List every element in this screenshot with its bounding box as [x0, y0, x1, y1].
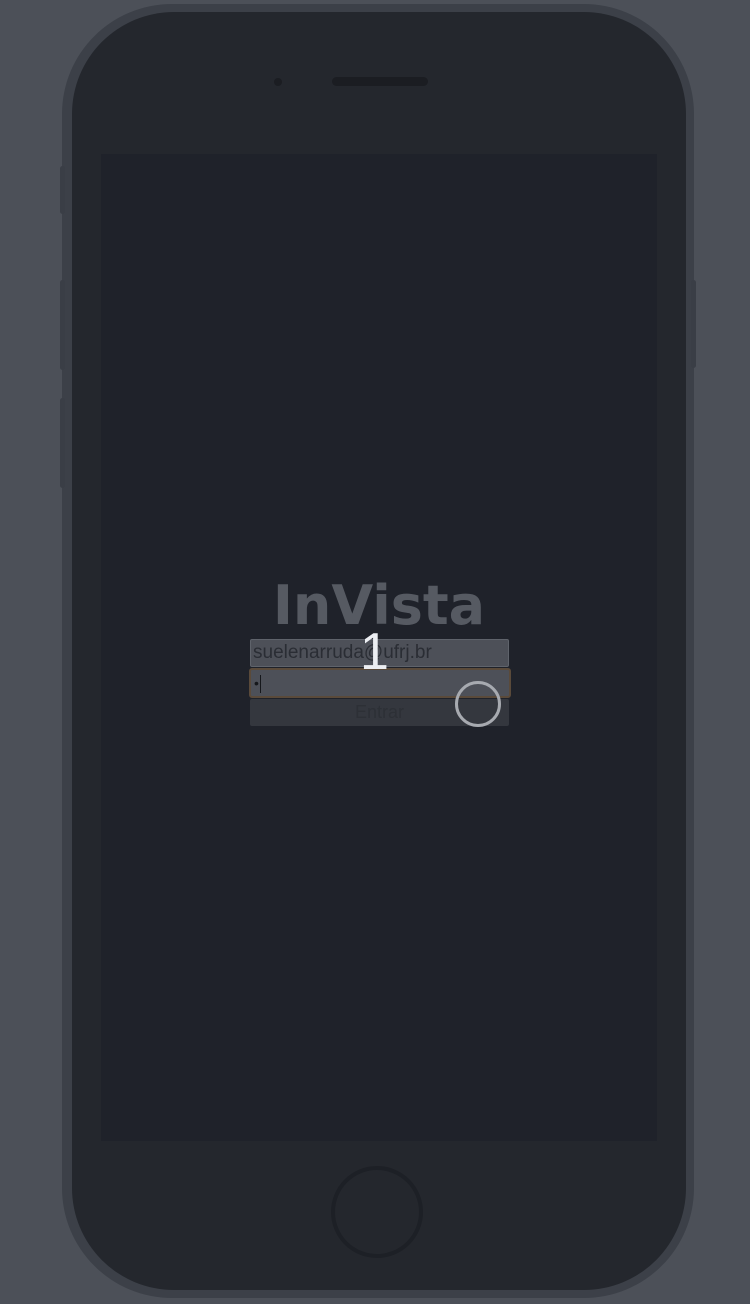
volume-down-button — [60, 398, 65, 488]
touch-indicator-icon — [455, 681, 501, 727]
text-caret — [259, 675, 261, 694]
volume-up-button — [60, 280, 65, 370]
step-counter: 1 — [360, 623, 389, 681]
home-button-icon[interactable] — [331, 1166, 423, 1258]
mute-switch — [60, 166, 65, 214]
device-mockup: InVista suelenarruda@ufrj.br • Entrar 1 — [0, 0, 750, 1304]
front-camera — [274, 78, 282, 86]
power-button — [691, 280, 696, 368]
earpiece-speaker — [332, 77, 428, 86]
password-mask: • — [254, 675, 259, 691]
app-screen: InVista suelenarruda@ufrj.br • Entrar 1 — [101, 154, 657, 1141]
